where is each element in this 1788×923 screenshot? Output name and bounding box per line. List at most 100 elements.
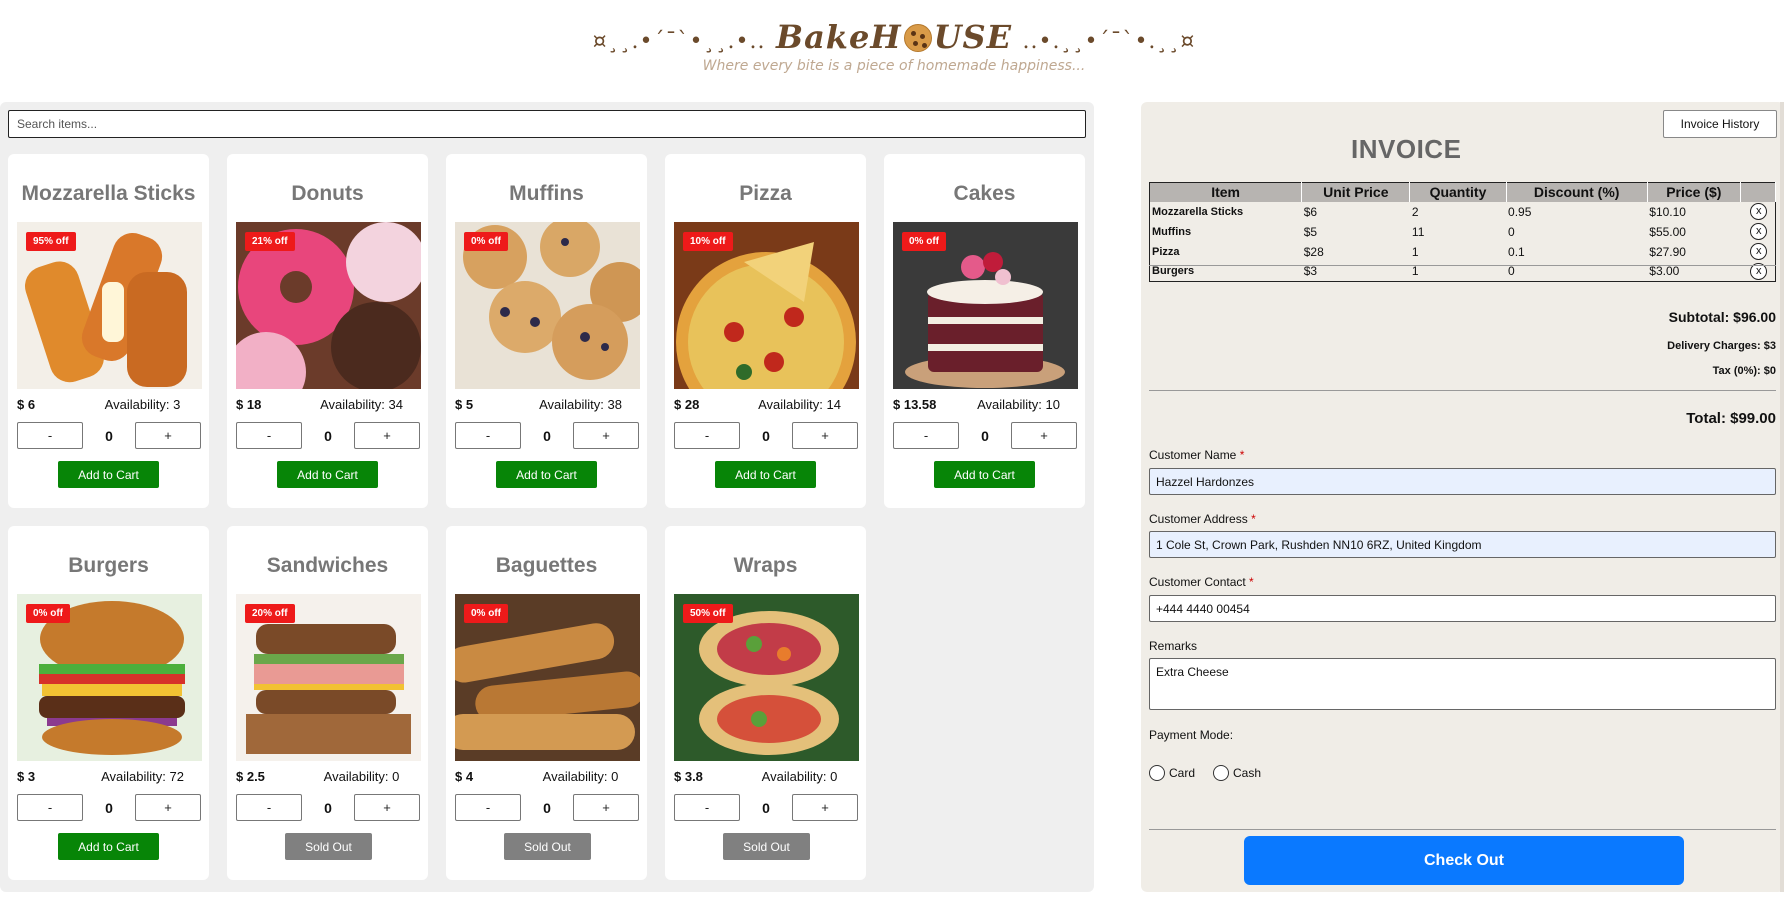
radio-icon[interactable] <box>1149 765 1165 781</box>
payment-option-card[interactable]: Card <box>1149 765 1195 781</box>
site-header: ¤¸¸.•´¯`•¸¸.•.. BakeH USE ..•.¸¸•´¯`•.¸¸¤… <box>0 0 1788 95</box>
invoice-row: Pizza $28 1 0.1 $27.90 x <box>1150 242 1776 262</box>
increase-quantity-button[interactable]: + <box>573 794 639 821</box>
increase-quantity-button[interactable]: + <box>792 794 858 821</box>
decrease-quantity-button[interactable]: - <box>17 794 83 821</box>
brand-name-part-a: BakeH <box>776 18 902 56</box>
required-mark: * <box>1239 448 1245 462</box>
invoice-quantity: 11 <box>1411 224 1425 239</box>
sold-out-button[interactable]: Sold Out <box>723 833 810 860</box>
increase-quantity-button[interactable]: + <box>573 422 639 449</box>
add-to-cart-button[interactable]: Add to Cart <box>58 461 159 488</box>
sold-out-button[interactable]: Sold Out <box>285 833 372 860</box>
increase-quantity-button[interactable]: + <box>135 794 201 821</box>
increase-quantity-button[interactable]: + <box>354 422 420 449</box>
required-mark: * <box>1249 575 1254 589</box>
invoice-price: $10.10 <box>1649 204 1686 219</box>
product-price: $ 13.58 <box>893 397 937 412</box>
invoice-item-name: Muffins <box>1152 225 1192 238</box>
product-card: Baguettes 0% off $ 4 Availability: 0 - 0 + Sold… <box>446 526 647 880</box>
cookie-icon <box>903 24 932 52</box>
customer-name-input[interactable] <box>1149 468 1776 495</box>
discount-badge: 50% off <box>683 604 733 623</box>
add-to-cart-button[interactable]: Add to Cart <box>58 833 159 860</box>
product-name: Pizza <box>739 182 792 205</box>
discount-badge: 20% off <box>245 604 295 623</box>
invoice-quantity: 1 <box>1411 244 1419 259</box>
divider <box>1149 829 1776 830</box>
product-availability: Availability: 34 <box>320 397 403 412</box>
invoice-panel: Invoice History INVOICE Item Unit Price … <box>1141 102 1784 892</box>
search-input[interactable] <box>8 110 1086 138</box>
product-name: Cakes <box>953 182 1016 205</box>
decrease-quantity-button[interactable]: - <box>236 422 302 449</box>
increase-quantity-button[interactable]: + <box>354 794 420 821</box>
increase-quantity-button[interactable]: + <box>135 422 201 449</box>
column-header-quantity: Quantity <box>1409 182 1507 202</box>
radio-icon[interactable] <box>1213 765 1229 781</box>
sold-out-button[interactable]: Sold Out <box>504 833 591 860</box>
customer-contact-input[interactable] <box>1149 595 1776 622</box>
invoice-history-button[interactable]: Invoice History <box>1663 110 1777 138</box>
product-availability: Availability: 3 <box>104 397 181 412</box>
discount-badge: 0% off <box>902 232 946 251</box>
remove-item-icon[interactable]: x <box>1750 243 1768 260</box>
burgers-image: 0% off <box>17 594 202 761</box>
muffins-image: 0% off <box>455 222 640 389</box>
pizza-image: 10% off <box>674 222 859 389</box>
payment-mode-label: Payment Mode: <box>1149 728 1234 742</box>
remove-item-icon[interactable]: x <box>1750 203 1768 220</box>
product-name: Mozzarella Sticks <box>21 182 196 205</box>
product-availability: Availability: 0 <box>761 769 838 784</box>
column-header-price: Price ($) <box>1647 182 1741 202</box>
column-header-remove <box>1740 182 1777 202</box>
quantity-value: 0 <box>105 800 113 816</box>
decrease-quantity-button[interactable]: - <box>674 422 740 449</box>
divider <box>1149 265 1776 266</box>
decrease-quantity-button[interactable]: - <box>674 794 740 821</box>
quantity-value: 0 <box>543 428 551 444</box>
decrease-quantity-button[interactable]: - <box>455 422 521 449</box>
divider <box>1149 390 1776 391</box>
payment-option-cash[interactable]: Cash <box>1213 765 1261 781</box>
wraps-image: 50% off <box>674 594 859 761</box>
remarks-input[interactable]: Extra Cheese <box>1149 658 1776 710</box>
decrease-quantity-button[interactable]: - <box>17 422 83 449</box>
mozzarella-sticks-image: 95% off <box>17 222 202 389</box>
add-to-cart-button[interactable]: Add to Cart <box>715 461 816 488</box>
required-mark: * <box>1251 512 1256 526</box>
invoice-price: $55.00 <box>1649 224 1686 239</box>
invoice-discount: 0.1 <box>1508 244 1525 259</box>
brand-logo: ¤¸¸.•´¯`•¸¸.•.. BakeH USE ..•.¸¸•´¯`•.¸¸¤ <box>0 18 1788 56</box>
product-price: $ 18 <box>236 397 262 412</box>
column-header-discount: Discount (%) <box>1506 182 1648 202</box>
product-availability: Availability: 14 <box>758 397 841 412</box>
decrease-quantity-button[interactable]: - <box>893 422 959 449</box>
quantity-value: 0 <box>762 428 770 444</box>
increase-quantity-button[interactable]: + <box>792 422 858 449</box>
customer-address-label: Customer Address * <box>1149 512 1256 526</box>
add-to-cart-button[interactable]: Add to Cart <box>496 461 597 488</box>
discount-badge: 0% off <box>464 232 508 251</box>
increase-quantity-button[interactable]: + <box>1011 422 1077 449</box>
product-price: $ 5 <box>455 397 474 412</box>
brand-right-decoration: ..•.¸¸•´¯`•.¸¸¤ <box>1022 29 1196 54</box>
add-to-cart-button[interactable]: Add to Cart <box>934 461 1035 488</box>
scrollbar[interactable] <box>1780 102 1784 892</box>
product-price: $ 6 <box>17 397 36 412</box>
product-price: $ 2.5 <box>236 769 265 784</box>
remove-item-icon[interactable]: x <box>1750 223 1768 240</box>
decrease-quantity-button[interactable]: - <box>455 794 521 821</box>
invoice-row: Mozzarella Sticks $6 2 0.95 $10.10 x <box>1150 202 1776 222</box>
product-availability: Availability: 0 <box>542 769 619 784</box>
product-card: Pizza 10% off $ 28 Availability: 14 - 0 + Add t… <box>665 154 866 508</box>
customer-address-input[interactable] <box>1149 531 1776 558</box>
decrease-quantity-button[interactable]: - <box>236 794 302 821</box>
product-price: $ 3 <box>17 769 36 784</box>
delivery-charges: Delivery Charges: $3 <box>1667 340 1776 352</box>
checkout-button[interactable]: Check Out <box>1244 836 1684 885</box>
product-availability: Availability: 0 <box>323 769 400 784</box>
product-name: Wraps <box>733 554 798 577</box>
add-to-cart-button[interactable]: Add to Cart <box>277 461 378 488</box>
quantity-value: 0 <box>324 800 332 816</box>
